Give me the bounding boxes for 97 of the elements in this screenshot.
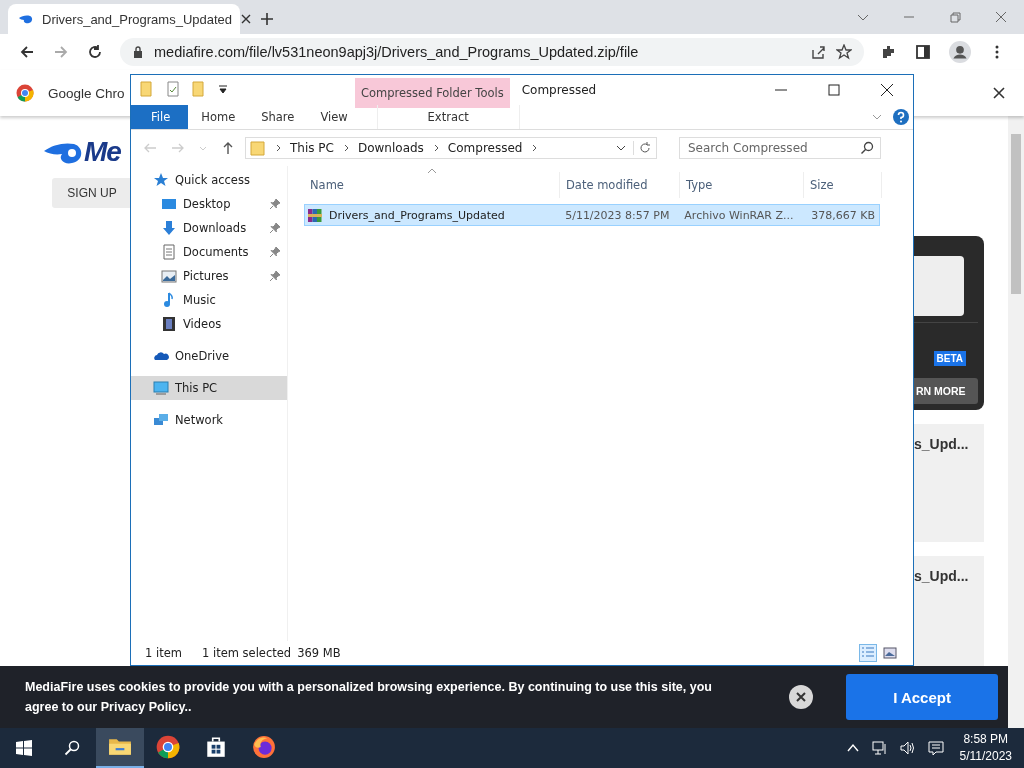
column-header[interactable]: Name <box>304 172 560 198</box>
close-icon[interactable] <box>880 83 894 97</box>
chrome-icon <box>156 735 180 759</box>
file-name: s_Upd... <box>914 436 969 452</box>
file-tab[interactable]: File <box>131 105 189 129</box>
new-tab-icon[interactable] <box>260 12 274 26</box>
network-icon <box>153 412 169 428</box>
search-field[interactable]: Search Compressed <box>679 137 881 159</box>
address-field[interactable]: This PC Downloads Compressed <box>245 137 657 159</box>
close-icon[interactable] <box>240 13 253 25</box>
window-title: Compressed <box>521 83 597 97</box>
status-text: 1 item <box>145 646 182 660</box>
context-tab-header: Compressed Folder Tools <box>355 78 510 108</box>
file-name: Drivers_and_Programs_Updated <box>329 208 505 222</box>
address-bar[interactable]: mediafire.com/file/lv531neon9apj3j/Drivers_and_Programs_Updated.zip/file <box>120 38 864 66</box>
cookie-text: MediaFire uses cookies to provide you with a personalized browsing experience. By continuing to use this site, you agree to our Privacy Policy.. <box>25 679 713 716</box>
taskbar-app[interactable] <box>96 728 144 768</box>
infobar-text: Google Chro <box>48 85 125 101</box>
column-header[interactable]: Type <box>680 172 804 198</box>
promo-image-box <box>914 256 964 316</box>
archive-books-icon <box>307 207 323 223</box>
breadcrumb-item[interactable]: Downloads <box>357 141 424 155</box>
close-icon[interactable] <box>788 684 815 710</box>
pin-icon[interactable] <box>269 246 281 258</box>
share-icon[interactable] <box>810 44 826 60</box>
time-text: 8:58 PM <box>963 731 1009 748</box>
sort-caret-icon <box>427 168 437 174</box>
nav-item[interactable]: Quick access <box>131 168 287 192</box>
file-name: s_Upd... <box>914 568 969 584</box>
reload-icon[interactable] <box>87 44 103 60</box>
breadcrumb-item[interactable]: This PC <box>290 141 334 155</box>
windows-start-icon[interactable] <box>16 740 32 756</box>
star-icon <box>153 172 169 188</box>
puzzle-icon[interactable] <box>881 44 897 60</box>
back-icon[interactable] <box>19 44 35 60</box>
notification-icon[interactable] <box>927 740 944 756</box>
column-header[interactable]: Size <box>804 172 882 198</box>
search-icon <box>860 141 874 155</box>
nav-item[interactable]: Videos <box>131 312 287 336</box>
monitor-icon <box>153 380 169 396</box>
logo-text: Me <box>84 136 121 168</box>
nav-item[interactable]: Downloads <box>131 216 287 240</box>
nav-item[interactable]: OneDrive <box>131 344 287 368</box>
pin-icon[interactable] <box>269 198 281 210</box>
nav-item[interactable]: Pictures <box>131 264 287 288</box>
pin-icon[interactable] <box>269 222 281 234</box>
status-text: 1 item selected <box>201 646 292 660</box>
status-text: 369 MB <box>297 646 341 660</box>
film-icon <box>161 316 177 332</box>
restore-icon[interactable] <box>948 10 962 24</box>
scrollbar[interactable] <box>1008 116 1024 728</box>
nav-item[interactable]: Desktop <box>131 192 287 216</box>
table-cell-text: 378,667 KB <box>810 207 876 224</box>
large-icons-view-icon[interactable] <box>881 644 899 662</box>
table-cell-text: 5/11/2023 8:57 PM <box>564 207 671 224</box>
desktop-icon <box>161 196 177 212</box>
search-icon[interactable] <box>64 740 80 756</box>
lock-icon <box>132 46 144 58</box>
column-header[interactable]: Date modified <box>560 172 680 198</box>
file-row[interactable]: Drivers_and_Programs_Updated 5/11/2023 8:57 PM Archivo WinRAR Z... 378,667 KB <box>304 204 880 226</box>
ribbon-tab[interactable]: View <box>307 105 361 129</box>
learn-more-button[interactable]: RN MORE <box>914 378 978 404</box>
network-icon[interactable] <box>871 740 888 756</box>
nav-item[interactable]: Network <box>131 408 287 432</box>
clock[interactable]: 8:58 PM 5/11/2023 <box>949 731 1024 765</box>
store-bag-icon <box>204 735 228 759</box>
maximize-icon[interactable] <box>827 83 841 97</box>
speaker-icon[interactable] <box>899 740 916 756</box>
date-text: 5/11/2023 <box>959 748 1012 765</box>
chevron-right-icon <box>274 144 282 152</box>
profile-icon[interactable] <box>949 41 971 63</box>
nav-item[interactable]: Music <box>131 288 287 312</box>
document-icon <box>161 244 177 260</box>
up-arrow-icon[interactable] <box>221 141 235 155</box>
pin-icon[interactable] <box>269 270 281 282</box>
chrome-icon <box>16 84 34 102</box>
ribbon-tab[interactable]: Home <box>188 105 249 129</box>
sign-up-button[interactable]: SIGN UP <box>52 178 132 208</box>
side-panel-icon[interactable] <box>915 44 931 60</box>
chevron-right-icon <box>530 144 539 152</box>
nav-item[interactable]: This PC <box>131 376 287 400</box>
dropdown-icon[interactable] <box>217 83 229 95</box>
star-icon[interactable] <box>836 44 852 60</box>
help-icon[interactable] <box>893 109 909 125</box>
down-arrow-icon <box>161 220 177 236</box>
nav-item[interactable]: Documents <box>131 240 287 264</box>
ribbon-tab[interactable]: Share <box>248 105 308 129</box>
breadcrumb-item[interactable]: Compressed <box>447 141 523 155</box>
close-icon[interactable] <box>992 86 1006 100</box>
url-text: mediafire.com/file/lv531neon9apj3j/Drivers_and_Programs_Updated.zip/file <box>154 44 639 60</box>
table-cell-text: Archivo WinRAR Z... <box>683 207 795 224</box>
firefox-icon <box>252 735 276 759</box>
folder-icon <box>250 140 266 156</box>
accept-button[interactable]: I Accept <box>846 674 998 720</box>
picture-icon <box>161 268 177 284</box>
beta-badge: BETA <box>933 351 966 366</box>
folder-icon <box>139 81 155 97</box>
